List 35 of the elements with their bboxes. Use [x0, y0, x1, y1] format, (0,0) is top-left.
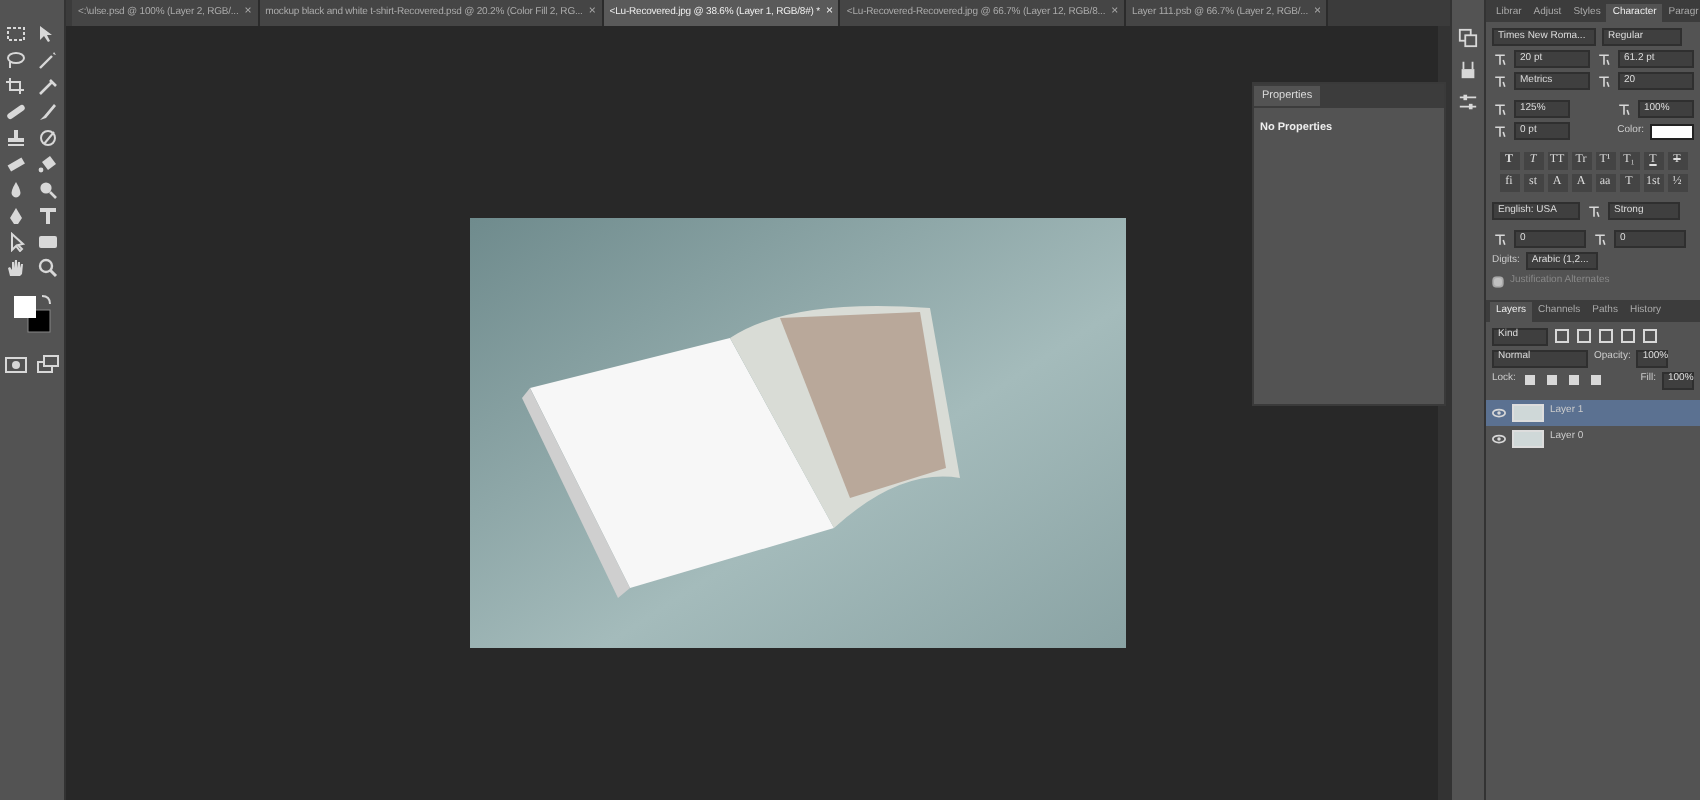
antialias-icon	[1586, 203, 1602, 219]
quick-mask-icon[interactable]	[4, 354, 28, 374]
lasso-icon[interactable]	[4, 50, 28, 70]
screen-mode-icon[interactable]	[36, 354, 60, 374]
spacing-icon	[1592, 231, 1608, 247]
history-brush-icon[interactable]	[36, 128, 60, 148]
color-swatch[interactable]	[1650, 123, 1694, 139]
history-icon[interactable]	[1458, 28, 1478, 48]
leading-icon	[1596, 51, 1612, 67]
zoom-icon[interactable]	[36, 258, 60, 278]
rectangle-icon[interactable]	[36, 232, 60, 252]
tsume-icon	[1492, 231, 1508, 247]
kerning-icon	[1492, 73, 1508, 89]
layer-thumbnail	[1512, 429, 1544, 447]
paint-bucket-icon[interactable]	[36, 154, 60, 174]
layer-thumbnail	[1512, 403, 1544, 421]
hand-icon[interactable]	[4, 258, 28, 278]
color-swatches-icon[interactable]	[10, 292, 54, 336]
dodge-icon[interactable]	[36, 180, 60, 200]
baseline-shift-icon	[1492, 123, 1508, 139]
pen-icon[interactable]	[4, 206, 28, 226]
eye-icon[interactable]	[1492, 407, 1506, 417]
eyedropper-icon[interactable]	[36, 76, 60, 96]
brush-preset-icon[interactable]	[1458, 60, 1478, 80]
crop-icon[interactable]	[4, 76, 28, 96]
horizontal-scale-icon	[1616, 101, 1632, 117]
magic-wand-icon[interactable]	[36, 50, 60, 70]
type-icon[interactable]	[36, 206, 60, 226]
tracking-icon	[1596, 73, 1612, 89]
sliders-icon[interactable]	[1458, 92, 1478, 112]
vertical-scale-icon	[1492, 101, 1508, 117]
font-size-icon	[1492, 51, 1508, 67]
eye-icon[interactable]	[1492, 433, 1506, 443]
marquee-icon[interactable]	[4, 24, 28, 44]
stamp-icon[interactable]	[4, 128, 28, 148]
